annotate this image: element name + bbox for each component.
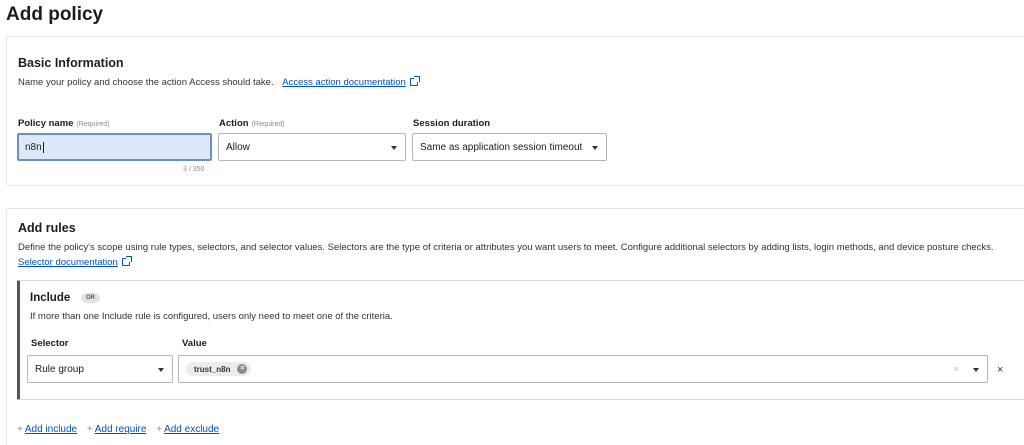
session-duration-label: Session duration bbox=[413, 118, 491, 129]
chip-remove-icon[interactable]: × bbox=[237, 364, 248, 374]
value-chip: trust_n8n × bbox=[186, 362, 252, 376]
session-duration-value: Same as application session timeout bbox=[420, 141, 583, 153]
add-rules-desc: Define the policy's scope using rule typ… bbox=[18, 240, 1018, 270]
access-action-doc-link[interactable]: Access action documentation bbox=[282, 77, 406, 88]
text-cursor bbox=[42, 141, 44, 153]
value-multiselect[interactable]: trust_n8n × × bbox=[178, 355, 988, 383]
action-label: Action (Required) bbox=[219, 118, 285, 129]
basic-information-desc: Name your policy and choose the action A… bbox=[18, 75, 420, 90]
plus-icon: + bbox=[86, 424, 93, 435]
add-rule-links: + Add include + Add require + Add exclude bbox=[17, 424, 226, 435]
value-chip-label: trust_n8n bbox=[194, 364, 231, 374]
action-select-value: Allow bbox=[226, 141, 250, 153]
selector-doc-link[interactable]: Selector documentation bbox=[18, 257, 118, 268]
policy-name-label: Policy name (Required) bbox=[18, 118, 110, 129]
selector-select-value: Rule group bbox=[35, 363, 84, 375]
remove-rule-button[interactable]: × bbox=[997, 364, 1003, 376]
basic-information-title: Basic Information bbox=[18, 56, 124, 70]
plus-icon: + bbox=[156, 424, 163, 435]
selector-select[interactable]: Rule group bbox=[27, 355, 173, 383]
include-rule-box: Include OR If more than one Include rule… bbox=[17, 280, 1024, 400]
external-link-icon bbox=[409, 76, 420, 86]
chevron-down-icon bbox=[973, 368, 979, 372]
policy-name-input[interactable]: n8n bbox=[17, 133, 212, 161]
add-exclude-link[interactable]: Add exclude bbox=[164, 424, 219, 435]
clear-icon[interactable]: × bbox=[954, 364, 959, 374]
chevron-down-icon bbox=[592, 146, 598, 150]
basic-desc-text: Name your policy and choose the action A… bbox=[18, 77, 274, 88]
include-title: Include bbox=[30, 292, 71, 304]
include-desc: If more than one Include rule is configu… bbox=[30, 311, 393, 322]
chevron-down-icon bbox=[158, 368, 164, 372]
action-select[interactable]: Allow bbox=[218, 133, 406, 161]
plus-icon: + bbox=[17, 424, 23, 435]
value-label: Value bbox=[182, 338, 207, 349]
add-rules-title: Add rules bbox=[18, 221, 76, 235]
or-badge: OR bbox=[81, 293, 100, 303]
char-counter: 3 / 350 bbox=[183, 166, 205, 173]
chevron-down-icon bbox=[391, 146, 397, 150]
policy-name-value: n8n bbox=[25, 141, 42, 153]
session-duration-select[interactable]: Same as application session timeout bbox=[412, 133, 607, 161]
selector-label: Selector bbox=[31, 338, 69, 349]
add-include-link[interactable]: Add include bbox=[25, 424, 77, 435]
add-require-link[interactable]: Add require bbox=[95, 424, 147, 435]
rules-desc-text: Define the policy's scope using rule typ… bbox=[18, 242, 994, 253]
page-title: Add policy bbox=[6, 4, 104, 25]
external-link-icon bbox=[121, 256, 132, 266]
basic-information-card: Basic Information Name your policy and c… bbox=[6, 36, 1024, 186]
